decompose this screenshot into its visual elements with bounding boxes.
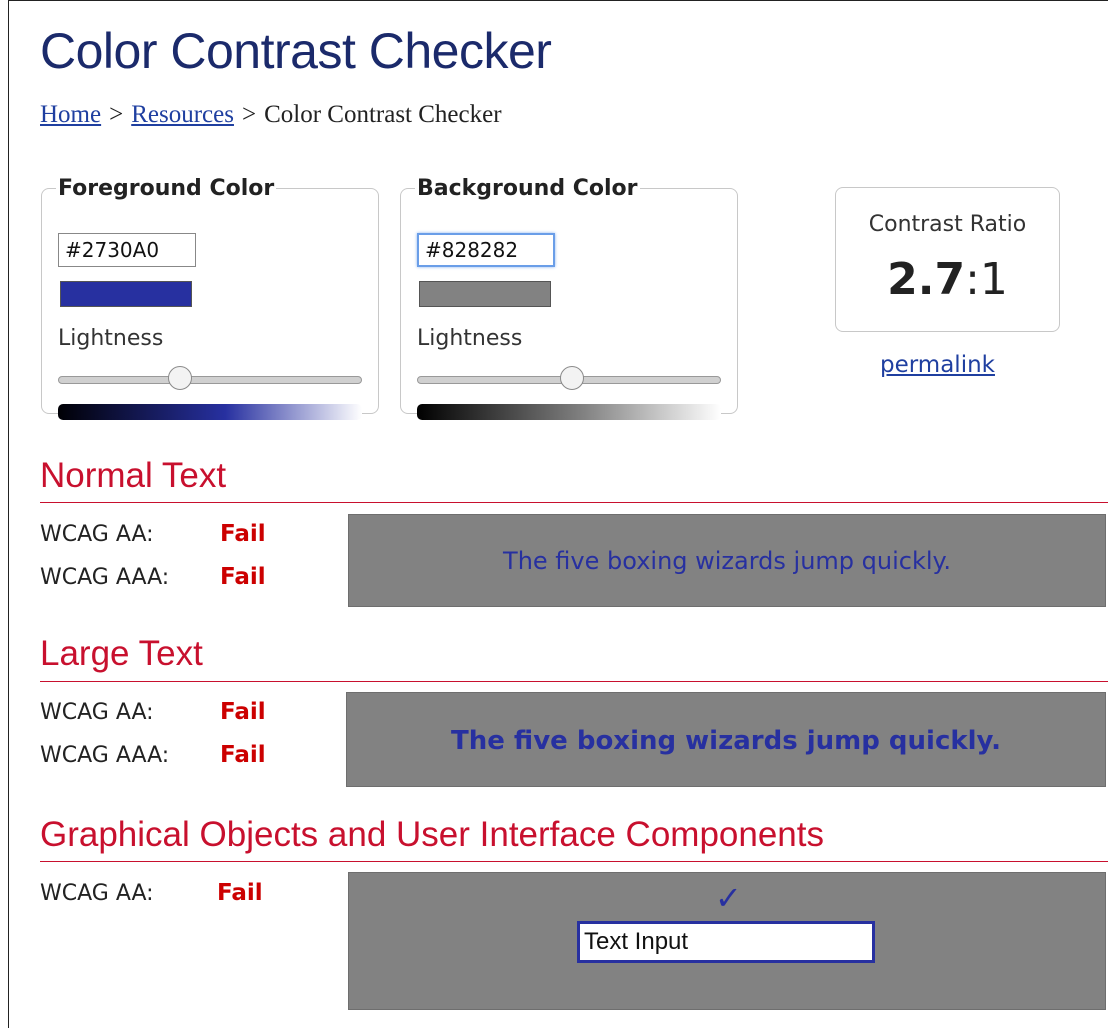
contrast-ratio-label: Contrast Ratio xyxy=(868,212,1027,237)
large-aaa-result: Fail xyxy=(220,742,266,768)
contrast-ratio-suffix: :1 xyxy=(965,254,1008,305)
page-frame-top xyxy=(8,0,1108,1)
foreground-color-legend: Foreground Color xyxy=(58,176,275,201)
normal-text-divider xyxy=(40,502,1108,503)
page-frame-left xyxy=(8,0,9,1028)
foreground-color-panel: Foreground Color Lightness xyxy=(41,176,379,420)
large-text-heading: Large Text xyxy=(40,634,203,673)
sample-text-input[interactable] xyxy=(577,921,875,963)
breadcrumb-separator: > xyxy=(109,101,124,128)
breadcrumb-resources-link[interactable]: Resources xyxy=(131,101,234,128)
contrast-ratio-panel: Contrast Ratio 2.7:1 xyxy=(835,187,1060,332)
contrast-ratio-value: 2.7:1 xyxy=(836,254,1059,305)
foreground-lightness-label: Lightness xyxy=(58,326,164,351)
large-text-sample-box: The five boxing wizards jump quickly. xyxy=(346,692,1106,787)
normal-text-heading: Normal Text xyxy=(40,456,227,495)
foreground-lightness-slider-thumb[interactable] xyxy=(167,366,192,390)
breadcrumb-home-link[interactable]: Home xyxy=(40,101,101,128)
breadcrumb: Home > Resources > Color Contrast Checker xyxy=(40,101,502,129)
normal-aa-result: Fail xyxy=(220,521,266,547)
background-color-swatch xyxy=(419,281,551,307)
large-aa-label: WCAG AA: xyxy=(40,700,154,725)
large-aa-result: Fail xyxy=(220,699,266,725)
normal-text-sample: The five boxing wizards jump quickly. xyxy=(503,547,951,575)
page-title: Color Contrast Checker xyxy=(40,23,552,79)
normal-aaa-label: WCAG AAA: xyxy=(40,565,170,590)
graphical-objects-sample-box: ✓ xyxy=(348,872,1106,1010)
background-lightness-slider-thumb[interactable] xyxy=(560,366,585,390)
background-lightness-label: Lightness xyxy=(417,326,523,351)
background-color-legend: Background Color xyxy=(417,176,638,201)
large-aaa-label: WCAG AAA: xyxy=(40,743,170,768)
foreground-lightness-gradient xyxy=(58,404,362,420)
foreground-lightness-slider[interactable] xyxy=(58,376,362,384)
background-color-panel: Background Color Lightness xyxy=(400,176,738,420)
permalink-link[interactable]: permalink xyxy=(880,352,995,378)
graphical-aa-result: Fail xyxy=(217,880,263,906)
normal-aaa-result: Fail xyxy=(220,564,266,590)
breadcrumb-separator: > xyxy=(241,101,257,128)
graphical-objects-divider xyxy=(40,861,1108,862)
foreground-hex-input[interactable] xyxy=(58,233,196,267)
contrast-ratio-number: 2.7 xyxy=(887,254,966,305)
large-text-divider xyxy=(40,681,1108,682)
background-hex-input[interactable] xyxy=(417,233,555,267)
background-lightness-gradient xyxy=(417,404,721,420)
check-icon: ✓ xyxy=(715,879,742,917)
normal-aa-label: WCAG AA: xyxy=(40,522,154,547)
breadcrumb-current: Color Contrast Checker xyxy=(264,101,502,128)
graphical-aa-label: WCAG AA: xyxy=(40,881,154,906)
normal-text-sample-box: The five boxing wizards jump quickly. xyxy=(348,514,1106,607)
graphical-objects-heading: Graphical Objects and User Interface Com… xyxy=(40,815,824,854)
foreground-color-swatch xyxy=(60,281,192,307)
large-text-sample: The five boxing wizards jump quickly. xyxy=(451,726,1001,756)
